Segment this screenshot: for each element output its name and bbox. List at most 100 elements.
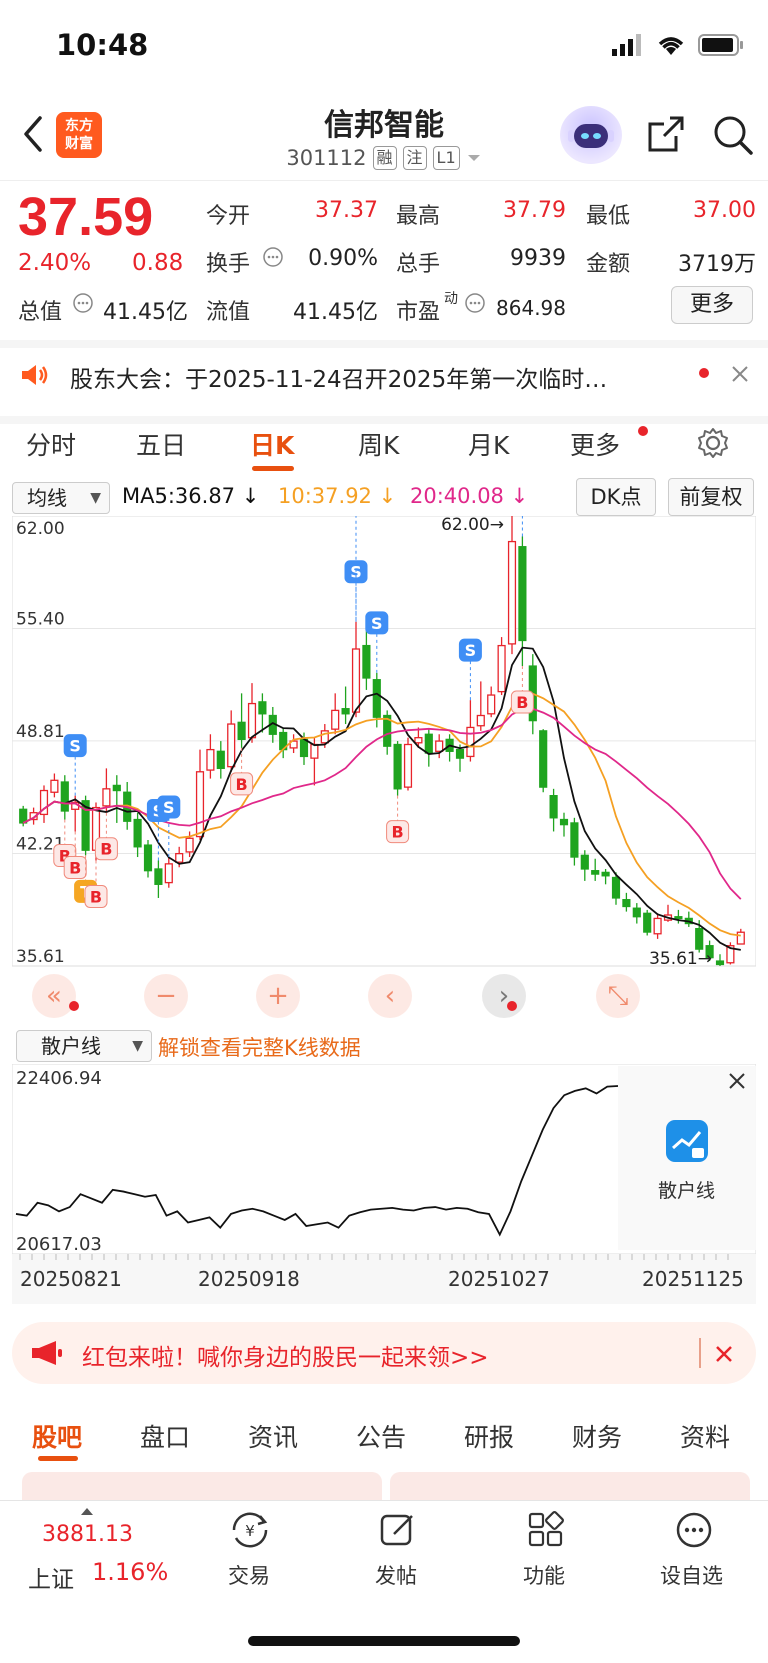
index-change: 1.16% <box>92 1558 169 1586</box>
tab-five-day[interactable]: 五日 <box>136 426 186 462</box>
tag-registered: 注 <box>402 146 427 170</box>
close-icon[interactable] <box>728 1072 746 1090</box>
header-divider <box>0 180 768 181</box>
retail-line-select-label: 散户线 <box>41 1034 101 1058</box>
expand-icon-glyph: ⤡ <box>608 981 629 1011</box>
candle-down <box>622 899 631 908</box>
candle-up <box>497 644 506 693</box>
candle-down <box>60 781 69 812</box>
adjust-button[interactable]: 前复权 <box>668 478 754 516</box>
tab-news[interactable]: 资讯 <box>248 1418 298 1454</box>
tab-guba[interactable]: 股吧 <box>32 1418 82 1454</box>
candle-down <box>154 868 163 885</box>
zoom-out-icon-glyph: − <box>155 981 177 1011</box>
candle-down <box>258 701 267 715</box>
svg-text:¥: ¥ <box>245 1522 255 1540</box>
retail-line-label: 散户线 <box>658 1180 716 1202</box>
tab-daily-k[interactable]: 日K <box>250 426 294 462</box>
add-watchlist-icon[interactable] <box>674 1510 714 1550</box>
down-arrow-icon: ↓ <box>378 484 397 508</box>
tab-finance[interactable]: 财务 <box>572 1418 622 1454</box>
candle-up <box>310 743 319 759</box>
change-percent: 2.40% <box>18 250 92 276</box>
candle-down <box>549 795 558 819</box>
index-value[interactable]: 3881.13 <box>42 1522 133 1547</box>
tag-level1: L1 <box>432 146 460 170</box>
candle-down <box>341 708 350 715</box>
share-icon[interactable] <box>646 114 686 154</box>
close-icon[interactable] <box>730 364 750 384</box>
functions-icon[interactable] <box>526 1510 566 1550</box>
candle-down <box>393 743 402 790</box>
tab-announcements[interactable]: 公告 <box>356 1418 406 1454</box>
more-quote-button[interactable]: 更多 <box>671 286 753 324</box>
tab-monthly-k[interactable]: 月K <box>468 426 509 462</box>
pan-left-icon-glyph: ‹ <box>385 981 395 1011</box>
candle-down <box>372 679 381 718</box>
retail-line-select[interactable]: 散户线 ▼ <box>16 1030 152 1062</box>
x-tick-label: 20251125 <box>642 1267 744 1291</box>
candle-up <box>331 709 340 730</box>
candle-up <box>50 779 59 793</box>
volume-value: 9939 <box>510 246 566 271</box>
unlock-link[interactable]: 解锁查看完整K线数据 <box>158 1032 361 1062</box>
notice-text: 股东大会：于2025-11-24召开2025年第一次临时… <box>70 367 608 393</box>
retail-line-locked-icon <box>666 1120 708 1162</box>
wifi-icon <box>658 37 684 55</box>
post-label[interactable]: 发帖 <box>375 1560 417 1590</box>
candle-down <box>539 730 548 788</box>
caret-up-icon <box>81 1508 93 1515</box>
candle-down <box>559 818 569 826</box>
tab-weekly-k[interactable]: 周K <box>358 426 399 462</box>
chevron-down-icon: ▼ <box>132 1038 143 1054</box>
info-icon[interactable] <box>262 246 284 268</box>
y-tick-label: 20617.03 <box>16 1234 102 1255</box>
tab-handicap[interactable]: 盘口 <box>140 1418 190 1454</box>
marker-dot <box>507 1001 517 1011</box>
retail-line <box>15 1085 619 1237</box>
kline-chart[interactable]: 62.0055.4048.8142.2135.6162.00→35.61→SSS… <box>12 516 756 1026</box>
y-tick-label: 22406.94 <box>16 1068 102 1089</box>
tab-profile[interactable]: 资料 <box>680 1418 730 1454</box>
search-icon[interactable] <box>712 114 754 156</box>
post-icon[interactable] <box>378 1510 418 1550</box>
tab-more[interactable]: 更多 <box>570 426 620 462</box>
signal-icon <box>612 34 641 56</box>
tab-research[interactable]: 研报 <box>464 1418 514 1454</box>
mktcap-label: 总值 <box>18 300 63 325</box>
dk-point-button[interactable]: DK点 <box>576 478 656 516</box>
double-left-icon-glyph: « <box>46 981 62 1011</box>
add-watchlist-label[interactable]: 设自选 <box>660 1560 723 1590</box>
signal-label: S <box>371 614 383 633</box>
close-icon[interactable] <box>714 1344 734 1364</box>
down-arrow-icon: ↓ <box>510 484 529 508</box>
ma-select[interactable]: 均线 ▼ <box>12 482 110 514</box>
candle-down <box>362 644 371 679</box>
down-arrow-icon: ↓ <box>241 484 260 508</box>
candle-up <box>227 723 236 768</box>
trade-label[interactable]: 交易 <box>228 1560 270 1590</box>
x-tick-label: 20250918 <box>198 1267 300 1291</box>
gear-icon[interactable] <box>696 426 730 460</box>
signal-label: B <box>391 823 403 842</box>
candle-up <box>102 788 111 807</box>
banner-divider <box>699 1338 701 1368</box>
amount-label: 金额 <box>586 252 631 277</box>
ai-assistant-icon[interactable] <box>560 106 622 164</box>
tab-underline <box>252 466 294 471</box>
x-tick-label: 20250821 <box>20 1267 122 1291</box>
candle-down <box>611 876 621 899</box>
candle-up <box>185 837 194 853</box>
info-icon[interactable] <box>464 292 486 314</box>
candle-down <box>715 960 725 966</box>
candle-up <box>653 917 662 935</box>
candle-down <box>112 784 121 792</box>
functions-label[interactable]: 功能 <box>523 1560 565 1590</box>
info-icon[interactable] <box>72 292 94 314</box>
candle-up <box>195 771 205 838</box>
tab-underline <box>38 1456 78 1461</box>
y-tick-label: 55.40 <box>16 610 65 630</box>
trade-icon[interactable]: ¥ <box>228 1510 272 1550</box>
low-value: 37.00 <box>693 198 756 223</box>
tab-minute[interactable]: 分时 <box>26 426 76 462</box>
